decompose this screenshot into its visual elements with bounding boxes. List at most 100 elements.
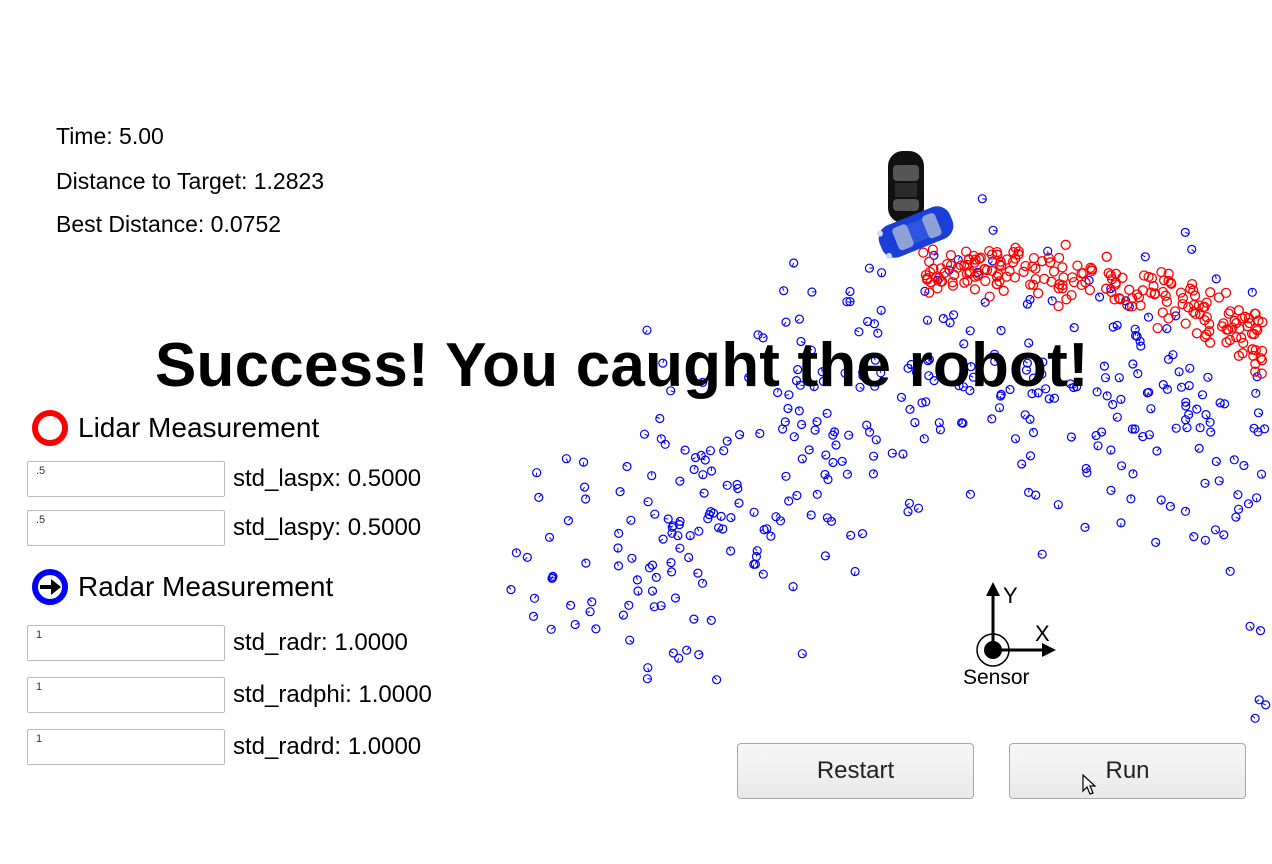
lidar-dot bbox=[1048, 266, 1060, 277]
lidar-dot bbox=[1053, 300, 1064, 312]
radar-dot bbox=[624, 600, 634, 610]
radar-dot bbox=[1093, 441, 1103, 451]
radar-dot bbox=[1250, 713, 1260, 723]
radar-dot bbox=[871, 435, 881, 445]
radar-dot bbox=[876, 268, 887, 278]
radar-dot bbox=[887, 448, 897, 458]
radar-dot bbox=[1253, 408, 1264, 418]
radar-dot bbox=[903, 507, 913, 517]
restart-button[interactable]: Restart bbox=[737, 743, 974, 799]
radar-dot bbox=[689, 614, 699, 624]
radar-dot bbox=[699, 488, 709, 498]
radar-dot bbox=[711, 675, 722, 685]
radar-dot bbox=[1025, 451, 1036, 461]
lidar-dot bbox=[1157, 307, 1168, 318]
std-radphi-input[interactable] bbox=[27, 677, 225, 713]
radar-dot bbox=[726, 512, 736, 523]
radar-dot bbox=[1028, 427, 1039, 438]
radar-dot bbox=[1106, 445, 1116, 455]
radar-dot bbox=[1245, 621, 1255, 631]
lidar-dot bbox=[1004, 266, 1015, 277]
radar-dot bbox=[913, 503, 924, 513]
radar-dot bbox=[1128, 359, 1138, 369]
sensor-label: Sensor bbox=[963, 666, 1030, 689]
radar-dot bbox=[585, 607, 595, 617]
run-button[interactable]: Run bbox=[1009, 743, 1246, 799]
radar-dot bbox=[977, 194, 987, 204]
radar-dot bbox=[1099, 361, 1110, 371]
radar-dot bbox=[651, 572, 661, 583]
radar-dot bbox=[820, 551, 831, 561]
radar-dot bbox=[749, 507, 759, 517]
radar-dot bbox=[789, 258, 799, 268]
radar-dot bbox=[755, 428, 765, 439]
radar-dot bbox=[506, 584, 516, 595]
radar-dot bbox=[868, 451, 879, 461]
lidar-dot bbox=[1053, 252, 1065, 264]
radar-dot bbox=[1133, 369, 1143, 379]
radar-dot bbox=[1211, 456, 1221, 467]
lidar-dot bbox=[1072, 260, 1083, 271]
best-distance-readout: Best Distance: 0.0752 bbox=[56, 211, 282, 237]
radar-dot bbox=[613, 561, 624, 571]
radar-dot bbox=[591, 624, 601, 634]
radar-dot bbox=[1184, 381, 1194, 391]
radar-dot bbox=[1116, 461, 1127, 471]
radar-dot bbox=[734, 430, 745, 440]
radar-dot bbox=[706, 615, 716, 626]
lidar-dot bbox=[1030, 273, 1041, 285]
radar-dot bbox=[563, 515, 574, 526]
radar-dot bbox=[1146, 404, 1156, 414]
radar-dot bbox=[1037, 549, 1047, 559]
radar-dot bbox=[1251, 493, 1262, 503]
radar-dot bbox=[1180, 227, 1190, 237]
radar-dot bbox=[904, 498, 915, 508]
radar-dot bbox=[1143, 312, 1154, 322]
radar-dot bbox=[643, 663, 653, 673]
radar-dot bbox=[807, 287, 817, 297]
radar-dot bbox=[794, 314, 805, 324]
lidar-dot bbox=[1133, 292, 1145, 303]
std-radr-input[interactable] bbox=[27, 625, 225, 661]
radar-dot bbox=[905, 404, 915, 414]
std-laspx-input[interactable] bbox=[27, 461, 225, 497]
std-laspy-input[interactable] bbox=[27, 510, 225, 546]
radar-dot bbox=[579, 482, 590, 492]
radar-dot bbox=[1114, 373, 1124, 383]
radar-dot bbox=[1189, 531, 1199, 542]
radar-dot bbox=[1025, 294, 1035, 305]
radar-dot bbox=[1100, 373, 1111, 383]
radar-arrow-icon bbox=[40, 579, 61, 595]
radar-dot bbox=[789, 432, 799, 442]
radar-dot bbox=[643, 497, 653, 507]
std-radrd-input[interactable] bbox=[27, 729, 225, 765]
radar-dot bbox=[1200, 535, 1211, 545]
radar-ring-icon bbox=[32, 569, 68, 605]
radar-dot bbox=[647, 471, 657, 481]
radar-dot bbox=[615, 487, 625, 497]
radar-dot bbox=[684, 552, 694, 563]
radar-dot bbox=[1233, 504, 1244, 514]
radar-legend: Radar Measurement bbox=[32, 563, 333, 611]
radar-dot bbox=[781, 317, 791, 327]
radar-dot bbox=[831, 440, 841, 450]
radar-dot bbox=[1152, 446, 1162, 456]
radar-dot bbox=[565, 600, 576, 611]
radar-dot bbox=[857, 528, 868, 539]
radar-dot bbox=[1094, 292, 1105, 302]
radar-dot bbox=[578, 457, 589, 467]
radar-dot bbox=[922, 315, 933, 325]
radar-dot bbox=[1106, 485, 1116, 495]
radar-dot bbox=[910, 417, 920, 428]
radar-dot bbox=[666, 557, 676, 568]
radar-dot bbox=[1151, 537, 1161, 548]
radar-dot bbox=[546, 624, 556, 634]
radar-dot bbox=[792, 490, 802, 501]
radar-dot bbox=[1247, 287, 1257, 297]
sensor-axes: Y X Sensor bbox=[963, 582, 1056, 689]
radar-dot bbox=[570, 619, 580, 630]
radar-dot bbox=[812, 417, 822, 427]
radar-dot bbox=[544, 532, 555, 543]
radar-dot bbox=[1102, 391, 1112, 401]
distance-readout: Distance to Target: 1.2823 bbox=[56, 168, 325, 194]
